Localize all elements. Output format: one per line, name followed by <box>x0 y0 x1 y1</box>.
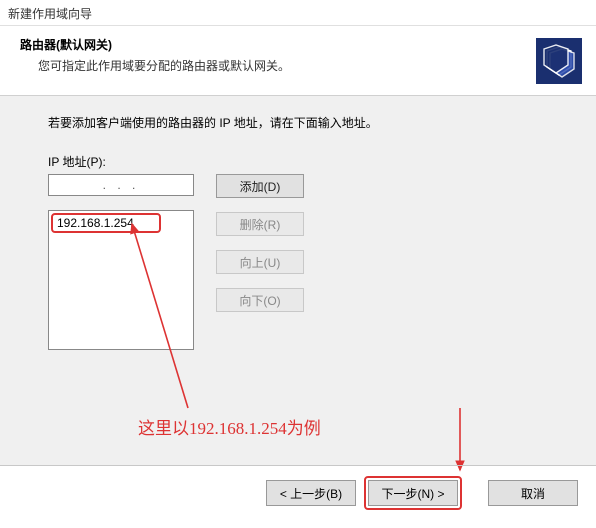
instruction-text: 若要添加客户端使用的路由器的 IP 地址，请在下面输入地址。 <box>48 114 566 131</box>
annotation-text: 这里以192.168.1.254为例 <box>138 414 321 439</box>
wizard-icon <box>536 38 582 84</box>
footer-separator <box>0 465 596 466</box>
wizard-footer: < 上一步(B) 下一步(N) > 取消 <box>266 476 578 510</box>
ip-address-list[interactable]: 192.168.1.254 <box>48 210 194 350</box>
ip-address-label: IP 地址(P): <box>48 153 566 170</box>
ip-value: 192.168.1.254 <box>57 216 134 230</box>
back-button[interactable]: < 上一步(B) <box>266 480 356 506</box>
next-button-highlight: 下一步(N) > <box>364 476 462 510</box>
ip-address-input[interactable]: . . . <box>48 174 194 196</box>
cancel-button[interactable]: 取消 <box>488 480 578 506</box>
wizard-header: 路由器(默认网关) 您可指定此作用域要分配的路由器或默认网关。 <box>0 26 596 96</box>
move-down-button[interactable]: 向下(O) <box>216 288 304 312</box>
add-button[interactable]: 添加(D) <box>216 174 304 198</box>
list-item[interactable]: 192.168.1.254 <box>51 213 161 233</box>
header-subtitle: 您可指定此作用域要分配的路由器或默认网关。 <box>20 57 576 74</box>
remove-button[interactable]: 删除(R) <box>216 212 304 236</box>
window-title-bar: 新建作用域向导 <box>0 0 596 26</box>
content-area: 若要添加客户端使用的路由器的 IP 地址，请在下面输入地址。 IP 地址(P):… <box>0 96 596 466</box>
header-title: 路由器(默认网关) <box>20 36 576 53</box>
window-title: 新建作用域向导 <box>8 7 92 21</box>
ip-input-placeholder: . . . <box>103 178 140 192</box>
move-up-button[interactable]: 向上(U) <box>216 250 304 274</box>
next-button[interactable]: 下一步(N) > <box>368 480 458 506</box>
